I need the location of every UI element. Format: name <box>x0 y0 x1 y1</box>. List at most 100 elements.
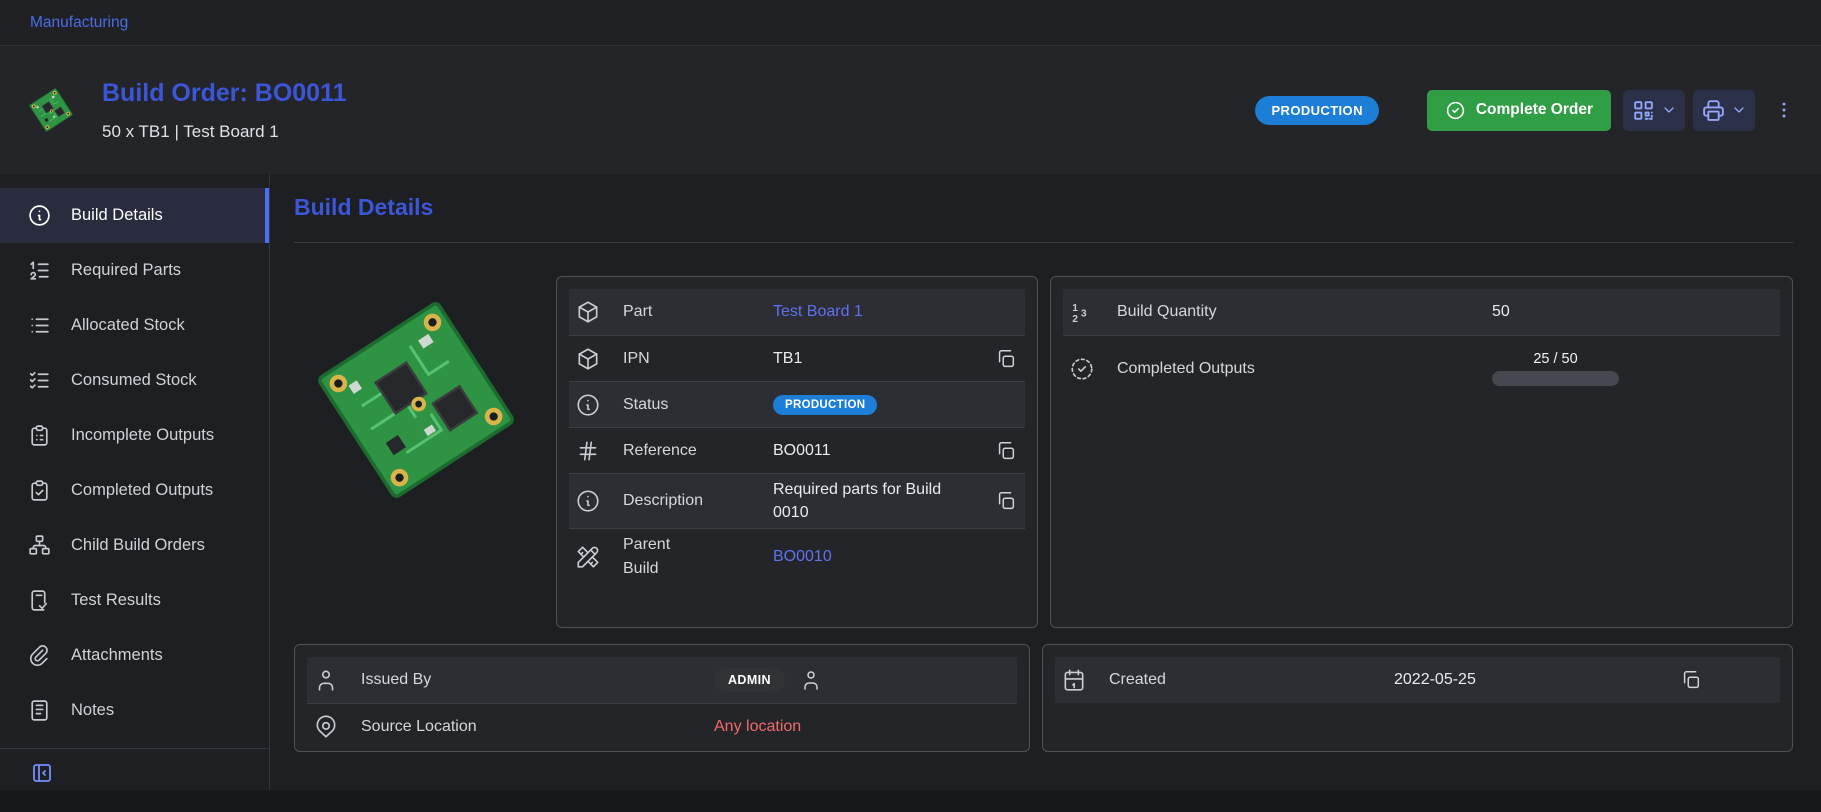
sidebar-item-label: Incomplete Outputs <box>71 426 214 445</box>
details-top-row: Part Test Board 1 IPN TB1 <box>294 276 1793 628</box>
sidebar-item-allocated-stock[interactable]: Allocated Stock <box>0 298 269 353</box>
more-actions-button[interactable] <box>1773 97 1795 123</box>
page-title: Build Order: BO0011 <box>102 79 347 108</box>
paperclip-icon <box>27 643 52 668</box>
source-location-value: Any location <box>714 718 971 736</box>
build-details-card: Part Test Board 1 IPN TB1 <box>556 276 1038 628</box>
sidebar-item-label: Completed Outputs <box>71 481 213 500</box>
issue-card: Issued By ADMIN Source Location Any loca… <box>294 644 1030 752</box>
tools-icon <box>575 544 601 570</box>
hash-icon <box>575 438 601 464</box>
detail-row-description: Description Required parts for Build 001… <box>569 473 1025 528</box>
copy-button[interactable] <box>993 488 1019 514</box>
detail-label: Created <box>1109 671 1394 689</box>
sidebar-item-consumed-stock[interactable]: Consumed Stock <box>0 353 269 408</box>
detail-label: Part <box>623 303 773 321</box>
numbers-123-icon: 123 <box>1069 299 1095 325</box>
sidebar-item-label: Consumed Stock <box>71 371 197 390</box>
bottom-strip <box>0 790 1821 812</box>
detail-row-status: Status PRODUCTION <box>569 381 1025 427</box>
barcode-actions-button[interactable] <box>1623 90 1685 131</box>
detail-row-part: Part Test Board 1 <box>569 289 1025 335</box>
copy-button[interactable] <box>993 346 1019 372</box>
detail-label: Build Quantity <box>1117 303 1492 321</box>
list-icon <box>27 313 52 338</box>
sidebar-item-child-build-orders[interactable]: Child Build Orders <box>0 518 269 573</box>
header-actions: PRODUCTION Complete Order <box>1255 90 1795 131</box>
box-icon <box>575 299 601 325</box>
detail-row-build-quantity: 123 Build Quantity 50 <box>1063 289 1780 335</box>
copy-icon <box>995 440 1017 462</box>
sidebar-item-required-parts[interactable]: Required Parts <box>0 243 269 298</box>
collapse-sidebar-button[interactable] <box>0 761 56 785</box>
detail-label: Reference <box>623 442 773 460</box>
info-circle-icon <box>27 203 52 228</box>
pcb-thumbnail-image <box>24 83 78 137</box>
detail-row-source-location: Source Location Any location <box>307 703 1017 749</box>
sidebar-item-label: Test Results <box>71 591 161 610</box>
svg-text:1: 1 <box>1072 303 1078 314</box>
print-actions-button[interactable] <box>1693 90 1755 131</box>
sidebar-item-test-results[interactable]: Test Results <box>0 573 269 628</box>
main-panel: Build Details Part Test Board 1 <box>270 174 1821 790</box>
chevron-down-icon <box>1661 102 1677 118</box>
list-check-icon <box>27 368 52 393</box>
detail-value: 50 <box>1492 303 1734 321</box>
detail-label: Parent Build <box>623 533 685 581</box>
part-image[interactable] <box>294 278 538 522</box>
file-check-icon <box>27 588 52 613</box>
content: Build Details Required Parts Allocated S… <box>0 174 1821 790</box>
notes-icon <box>27 698 52 723</box>
header-titles: Build Order: BO0011 50 x TB1 | Test Boar… <box>102 79 347 142</box>
detail-label: Status <box>623 396 773 414</box>
dots-vertical-icon <box>1773 97 1795 123</box>
detail-row-reference: Reference BO0011 <box>569 427 1025 473</box>
map-pin-icon <box>313 714 339 740</box>
copy-icon <box>1680 669 1702 691</box>
progress-track <box>1492 371 1619 386</box>
panel-divider <box>294 242 1793 243</box>
progress-check-icon <box>1069 356 1095 382</box>
breadcrumb-link-manufacturing[interactable]: Manufacturing <box>30 14 128 32</box>
sidebar-item-label: Attachments <box>71 646 163 665</box>
part-thumbnail[interactable] <box>24 83 78 137</box>
detail-label: Source Location <box>361 718 714 736</box>
breadcrumb: Manufacturing <box>0 0 1821 46</box>
created-card: Created 2022-05-25 <box>1042 644 1793 752</box>
progress-text: 25 / 50 <box>1492 351 1619 367</box>
complete-order-label: Complete Order <box>1476 101 1593 119</box>
complete-order-button[interactable]: Complete Order <box>1427 90 1611 131</box>
created-value: 2022-05-25 <box>1394 671 1664 689</box>
svg-text:3: 3 <box>1081 308 1087 319</box>
sidebar-item-notes[interactable]: Notes <box>0 683 269 738</box>
sidebar: Build Details Required Parts Allocated S… <box>0 174 270 790</box>
sidebar-item-label: Notes <box>71 701 114 720</box>
status-badge-small: PRODUCTION <box>773 395 877 415</box>
page: Manufacturing Build Order: BO0011 50 x T… <box>0 0 1821 812</box>
printer-icon <box>1701 98 1726 123</box>
sidebar-item-label: Build Details <box>71 206 163 225</box>
user-avatar-icon <box>799 668 823 692</box>
details-bottom-row: Issued By ADMIN Source Location Any loca… <box>294 644 1793 752</box>
copy-button[interactable] <box>993 438 1019 464</box>
quantity-card: 123 Build Quantity 50 Completed Outputs <box>1050 276 1793 628</box>
sidebar-collapse-icon <box>30 761 54 785</box>
copy-icon <box>995 348 1017 370</box>
detail-value: BO0011 <box>773 442 979 460</box>
copy-button[interactable] <box>1678 667 1704 693</box>
detail-row-completed-outputs: Completed Outputs 25 / 50 <box>1063 335 1780 401</box>
info-circle-icon <box>575 488 601 514</box>
sidebar-item-incomplete-outputs[interactable]: Incomplete Outputs <box>0 408 269 463</box>
page-header: Build Order: BO0011 50 x TB1 | Test Boar… <box>0 46 1821 174</box>
parent-build-link[interactable]: BO0010 <box>773 548 832 566</box>
part-image-column <box>294 276 544 628</box>
detail-row-parent-build: Parent Build BO0010 <box>569 528 1025 585</box>
sidebar-item-attachments[interactable]: Attachments <box>0 628 269 683</box>
sidebar-item-build-details[interactable]: Build Details <box>0 188 269 243</box>
circle-check-icon <box>1445 100 1466 121</box>
list-numbers-icon <box>27 258 52 283</box>
sidebar-item-completed-outputs[interactable]: Completed Outputs <box>0 463 269 518</box>
sidebar-item-label: Child Build Orders <box>71 536 205 555</box>
issued-by-badge: ADMIN <box>714 668 785 692</box>
part-link[interactable]: Test Board 1 <box>773 303 863 321</box>
